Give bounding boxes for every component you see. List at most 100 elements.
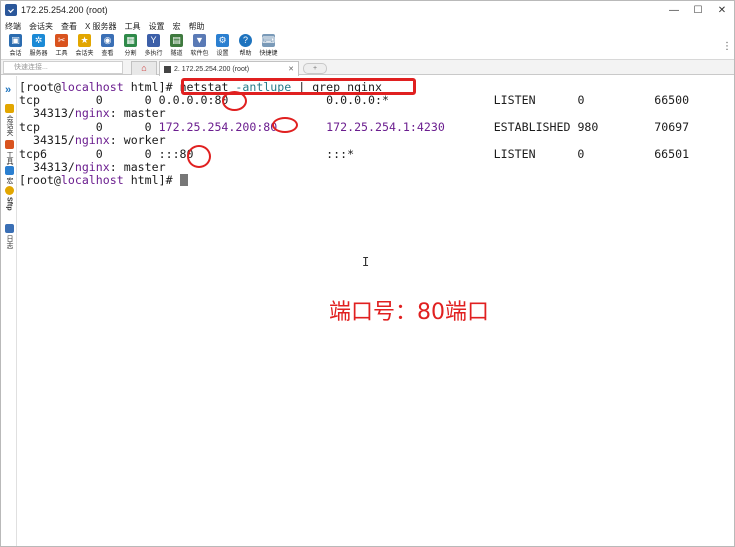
menu-settings[interactable]: 设置 bbox=[149, 21, 165, 32]
sidebar-toggle[interactable]: » bbox=[5, 84, 11, 96]
toolbar-tunnel-button[interactable]: ▤ 隧道 bbox=[165, 33, 188, 59]
tab-bar: 快速连接... ⌂ 2. 172.25.254.200 (root) ✕ + bbox=[1, 59, 734, 76]
sidebar-item-tools[interactable]: 工具 bbox=[3, 140, 15, 165]
menu-view[interactable]: 查看 bbox=[61, 21, 77, 32]
toolbar-servers-button[interactable]: ✲ 服务器 bbox=[27, 33, 50, 59]
help-icon: ? bbox=[239, 34, 252, 47]
command-highlight-box bbox=[181, 78, 416, 95]
port-highlight-ellipse bbox=[272, 117, 298, 133]
pid: 34315/ bbox=[19, 133, 75, 147]
prompt-host: localhost bbox=[60, 173, 124, 187]
prompt-user: [root@ bbox=[19, 173, 61, 187]
toolbar-label: 会话 bbox=[9, 51, 22, 57]
row-state: LISTEN 0 66500 bbox=[388, 93, 690, 107]
scroll-handle-icon[interactable]: ⋮ bbox=[722, 41, 732, 53]
toolbar-multiexec-button[interactable]: Y 多执行 bbox=[142, 33, 165, 59]
window-controls: — ☐ ✕ bbox=[662, 1, 734, 19]
minimize-button[interactable]: — bbox=[662, 1, 686, 19]
toolbar-label: 快捷键 bbox=[259, 51, 278, 57]
toolbar-label: 会话夹 bbox=[75, 51, 94, 57]
toolbar-session-button[interactable]: ▣ 会话 bbox=[4, 33, 27, 59]
window-title: 172.25.254.200 (root) bbox=[21, 5, 108, 15]
sidebar-item-log[interactable]: 日志 bbox=[3, 224, 15, 249]
session-tab-label: 2. 172.25.254.200 (root) bbox=[174, 65, 250, 73]
toolbar-packages-button[interactable]: ▼ 软件包 bbox=[188, 33, 211, 59]
quick-connect-input[interactable]: 快速连接... bbox=[3, 61, 123, 74]
row-foreign-address: 172.25.254.1:4230 bbox=[326, 120, 445, 134]
toolbar-label: 查看 bbox=[101, 51, 114, 57]
toolbar-tools-button[interactable]: ✂ 工具 bbox=[50, 33, 73, 59]
menu-help[interactable]: 帮助 bbox=[189, 21, 205, 32]
prompt-user: [root@ bbox=[19, 80, 61, 94]
menu-tools[interactable]: 工具 bbox=[125, 21, 141, 32]
toolbar-label: 工具 bbox=[55, 51, 68, 57]
toolbar-settings-button[interactable]: ⚙ 设置 bbox=[211, 33, 234, 59]
servers-icon: ✲ bbox=[32, 34, 45, 47]
home-tab[interactable]: ⌂ bbox=[131, 61, 157, 75]
prompt-host: localhost bbox=[60, 80, 124, 94]
pid: 34313/ bbox=[19, 160, 75, 174]
left-sidebar: » 会话夹 工具 宏 Sftp 日志 bbox=[1, 76, 17, 546]
toolbar-help-button[interactable]: ? 帮助 bbox=[234, 33, 257, 59]
star-icon bbox=[4, 104, 14, 113]
row-proto: tcp 0 0 bbox=[19, 93, 159, 107]
close-button[interactable]: ✕ bbox=[710, 1, 734, 19]
toolbar-label: 隧道 bbox=[170, 51, 183, 57]
star-icon: ★ bbox=[78, 34, 91, 47]
row-local-address: 0.0.0.0:80 bbox=[158, 93, 229, 107]
sidebar-item-label: 工具 bbox=[6, 151, 13, 165]
title-bar[interactable]: 172.25.254.200 (root) — ☐ ✕ bbox=[1, 1, 734, 19]
process-role: : master bbox=[109, 106, 166, 120]
menu-bar: 终端 会话夹 查看 X 服务器 工具 设置 宏 帮助 bbox=[1, 19, 213, 33]
tab-session-2[interactable]: 2. 172.25.254.200 (root) ✕ bbox=[159, 61, 299, 76]
tunnel-icon: ▤ bbox=[170, 34, 183, 47]
maximize-button[interactable]: ☐ bbox=[686, 1, 710, 19]
toolbar-split-button[interactable]: ▦ 分割 bbox=[119, 33, 142, 59]
toolbar-label: 服务器 bbox=[29, 51, 48, 57]
row-gap bbox=[194, 147, 327, 161]
close-icon[interactable]: ✕ bbox=[288, 65, 294, 73]
toolbar-session-folder-button[interactable]: ★ 会话夹 bbox=[73, 33, 96, 59]
macro-icon bbox=[4, 166, 14, 175]
sidebar-item-macro[interactable]: 宏 bbox=[3, 166, 15, 184]
row-foreign-address: 0.0.0.0:* bbox=[326, 93, 389, 107]
toolbar-label: 帮助 bbox=[239, 51, 252, 57]
sidebar-item-sftp[interactable]: Sftp bbox=[3, 186, 15, 211]
menu-session-folder[interactable]: 会话夹 bbox=[29, 21, 53, 32]
multiexec-icon: Y bbox=[147, 34, 160, 47]
toolbar-label: 多执行 bbox=[144, 51, 163, 57]
terminal-cursor bbox=[179, 174, 188, 186]
sidebar-item-label: 会话夹 bbox=[6, 115, 13, 136]
new-tab-button[interactable]: + bbox=[303, 63, 327, 74]
toolbar-label: 分割 bbox=[124, 51, 137, 57]
port-highlight-ellipse bbox=[187, 145, 211, 168]
app-icon bbox=[5, 4, 17, 16]
gear-icon: ⚙ bbox=[216, 34, 229, 47]
row-state: ESTABLISHED 980 70697 bbox=[444, 120, 690, 134]
keyboard-icon: ⌨ bbox=[262, 34, 275, 47]
menu-macro[interactable]: 宏 bbox=[173, 21, 181, 32]
menu-terminal[interactable]: 终端 bbox=[5, 21, 21, 32]
sidebar-item-label: Sftp bbox=[5, 197, 13, 211]
prompt-line: [root@localhost html]# bbox=[19, 174, 188, 187]
session-icon: ▣ bbox=[9, 34, 22, 47]
toolbar-shortcuts-button[interactable]: ⌨ 快捷键 bbox=[257, 33, 280, 59]
menu-x-server[interactable]: X 服务器 bbox=[85, 21, 117, 32]
text-cursor-icon: I bbox=[362, 255, 370, 269]
sftp-icon bbox=[4, 186, 14, 195]
row-state: LISTEN 0 66501 bbox=[354, 147, 690, 161]
log-icon bbox=[4, 224, 14, 233]
sidebar-item-label: 宏 bbox=[6, 177, 13, 184]
row-proto: tcp6 0 0 bbox=[19, 147, 159, 161]
prompt-path: html]# bbox=[123, 80, 180, 94]
sidebar-item-session-folder[interactable]: 会话夹 bbox=[3, 104, 15, 136]
toolbar: ▣ 会话 ✲ 服务器 ✂ 工具 ★ 会话夹 ◉ 查看 ▦ 分割 Y 多执行 ▤ bbox=[1, 33, 280, 59]
process-role: : worker bbox=[109, 133, 166, 147]
toolbar-view-button[interactable]: ◉ 查看 bbox=[96, 33, 119, 59]
view-icon: ◉ bbox=[101, 34, 114, 47]
netstat-process-row: 34313/nginx: master bbox=[19, 107, 166, 120]
netstat-process-row: 34315/nginx: worker bbox=[19, 134, 166, 147]
pid: 34313/ bbox=[19, 106, 75, 120]
process-name: nginx bbox=[74, 133, 110, 147]
row-local-address: 172.25.254.200:80 bbox=[158, 120, 278, 134]
